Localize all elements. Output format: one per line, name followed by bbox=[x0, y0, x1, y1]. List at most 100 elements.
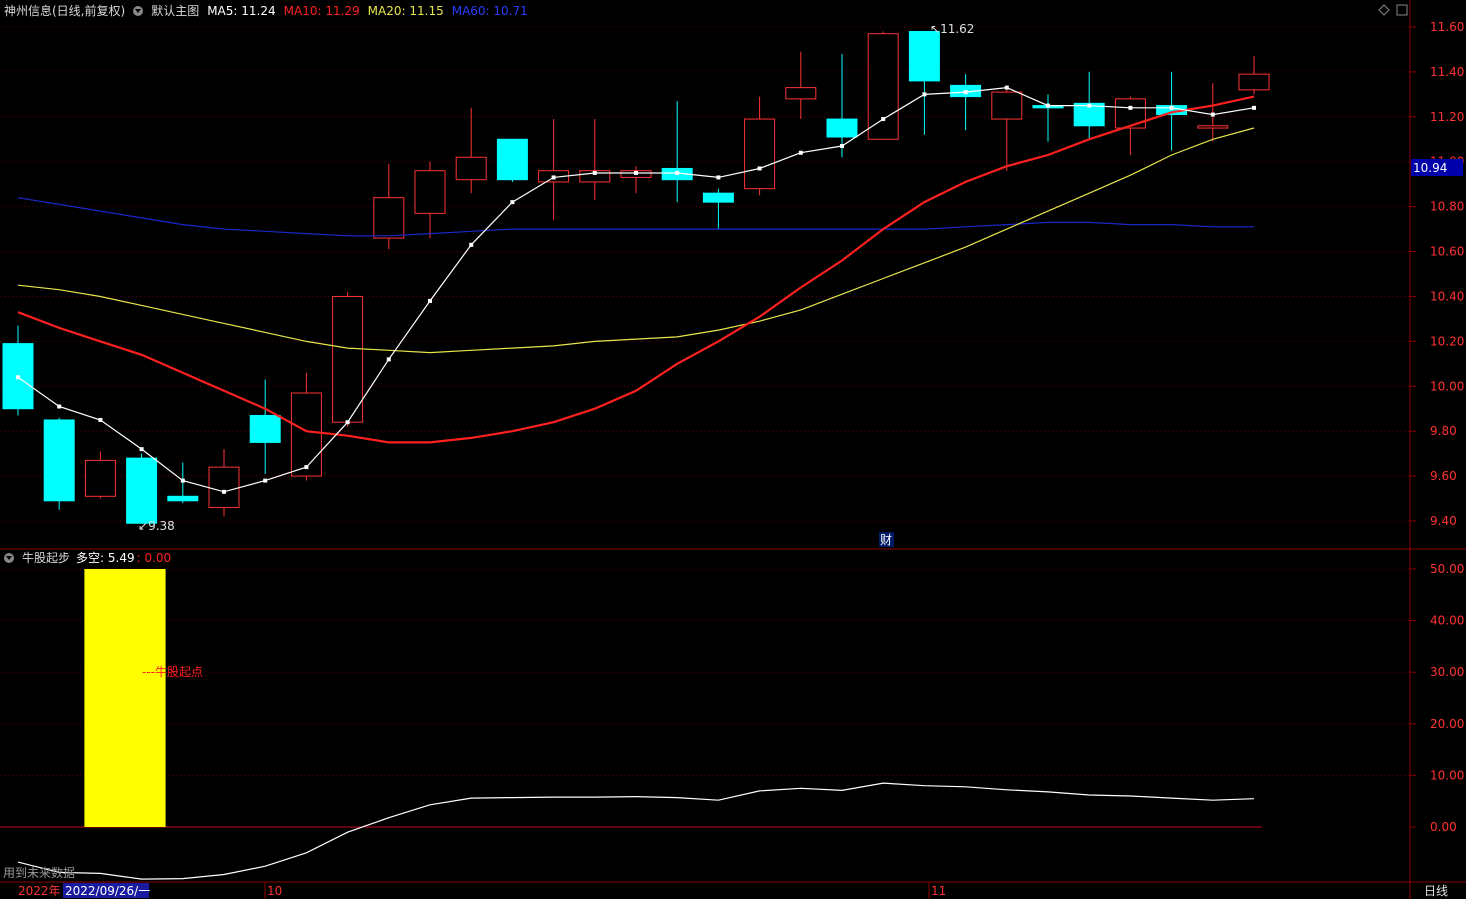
candle-body bbox=[126, 457, 158, 524]
y-tick-label: 11.60 bbox=[1430, 20, 1464, 34]
y-tick-label: 10.80 bbox=[1430, 200, 1464, 214]
candle-body bbox=[496, 138, 528, 181]
ma5-point bbox=[180, 478, 185, 483]
stock-name[interactable]: 神州信息(日线,前复权) bbox=[4, 4, 125, 18]
y-tick-label: 10.60 bbox=[1430, 245, 1464, 259]
ma5-point bbox=[16, 375, 20, 380]
future-data-note: 用到未来数据 bbox=[3, 865, 75, 880]
candle bbox=[43, 417, 75, 510]
ma5-point bbox=[922, 92, 927, 97]
y-tick-label: 30.00 bbox=[1430, 665, 1464, 679]
footer-date: 2022/09/26/一 bbox=[65, 884, 150, 898]
y-tick-label: 10.00 bbox=[1430, 379, 1464, 393]
ma5-point bbox=[263, 478, 268, 483]
bull-start-label: ---牛股起点 bbox=[142, 664, 203, 679]
duokong-value: 多空: 5.49 bbox=[76, 551, 135, 565]
ma5-point bbox=[1087, 103, 1092, 108]
ma5-point bbox=[139, 447, 144, 452]
ma5-point bbox=[304, 465, 309, 470]
ma5-point bbox=[1210, 112, 1215, 117]
y-tick-label: 10.20 bbox=[1430, 334, 1464, 348]
y-tick-label: 0.00 bbox=[1430, 820, 1457, 834]
indicator-name[interactable]: 牛股起步 bbox=[22, 551, 70, 565]
candle-body bbox=[414, 170, 446, 214]
main-chart-label[interactable]: 默认主图 bbox=[151, 4, 199, 18]
candle-body bbox=[208, 466, 240, 509]
candle-body bbox=[785, 87, 817, 100]
ma60-legend: MA60: 10.71 bbox=[451, 4, 528, 18]
low-price-label: ↙9.38 bbox=[138, 519, 175, 533]
candle-body bbox=[1114, 98, 1146, 129]
ma5-point bbox=[386, 357, 391, 362]
ma5-point bbox=[963, 90, 968, 95]
ma5-point bbox=[634, 170, 638, 175]
ma5-point bbox=[551, 175, 556, 180]
ma5-point bbox=[222, 489, 226, 494]
candle-body bbox=[84, 459, 116, 497]
ma5-legend: MA5: 11.24 bbox=[207, 4, 276, 18]
candle-body bbox=[290, 392, 322, 477]
ma5-point bbox=[757, 166, 762, 171]
y-tick-label: 40.00 bbox=[1430, 614, 1464, 628]
ma5-point bbox=[1004, 85, 1009, 90]
candle-body bbox=[1238, 73, 1270, 91]
cai-marker[interactable]: 财 bbox=[880, 533, 892, 547]
ma5-point bbox=[840, 144, 844, 149]
y-tick-label: 11.20 bbox=[1430, 110, 1464, 124]
candle-body bbox=[455, 156, 487, 181]
candle bbox=[867, 31, 899, 140]
candle bbox=[126, 453, 158, 524]
ma5-point bbox=[98, 417, 103, 422]
ma5-point bbox=[1252, 105, 1256, 110]
ma5-point bbox=[881, 117, 886, 122]
candle-body bbox=[908, 30, 940, 82]
ma5-point bbox=[592, 170, 597, 175]
indicator-header: 牛股起步 多空: 5.49: 0.00 bbox=[4, 549, 179, 566]
high-price-label: ↖11.62 bbox=[930, 22, 974, 36]
y-tick-label: 9.60 bbox=[1430, 469, 1457, 483]
ma20-legend: MA20: 11.15 bbox=[367, 4, 444, 18]
ma5-point bbox=[428, 298, 432, 303]
candle-body bbox=[43, 419, 75, 502]
footer-month-11: 11 bbox=[931, 884, 946, 898]
chevron-down-icon[interactable] bbox=[133, 6, 144, 16]
ma5-point bbox=[1169, 105, 1174, 110]
ma5-point bbox=[675, 170, 680, 175]
y-tick-label: 10.00 bbox=[1430, 768, 1464, 782]
footer-month-10: 10 bbox=[267, 884, 282, 898]
candle-body bbox=[991, 91, 1023, 120]
ma5-point bbox=[345, 420, 350, 425]
y-tick-label: 20.00 bbox=[1430, 717, 1464, 731]
ma10-legend: MA10: 11.29 bbox=[283, 4, 360, 18]
ma5-point bbox=[1128, 105, 1133, 110]
y-tick-label: 50.00 bbox=[1430, 562, 1464, 576]
candle-body bbox=[867, 33, 899, 140]
ma5-point bbox=[1046, 103, 1050, 108]
ma5-point bbox=[469, 242, 474, 247]
ma5-point bbox=[798, 150, 803, 155]
y-tick-label: 9.40 bbox=[1430, 514, 1457, 528]
chevron-down-icon[interactable] bbox=[4, 553, 14, 563]
period-label[interactable]: 日线 bbox=[1424, 884, 1448, 898]
indicator-value2: : 0.00 bbox=[136, 551, 172, 565]
y-tick-label: 11.40 bbox=[1430, 65, 1464, 79]
candle-body bbox=[167, 495, 199, 502]
ma5-point bbox=[716, 175, 721, 180]
y-tick-label: 9.80 bbox=[1430, 424, 1457, 438]
y-tick-label: 10.40 bbox=[1430, 289, 1464, 303]
candle-body bbox=[744, 118, 776, 190]
candle-body bbox=[249, 414, 281, 443]
candle-body bbox=[702, 192, 734, 203]
candle-body bbox=[1197, 125, 1229, 129]
current-price-tag: 10.94 bbox=[1413, 161, 1447, 175]
main-chart-header: 神州信息(日线,前复权) 默认主图 MA5: 11.24 MA10: 11.29 MA2… bbox=[4, 2, 536, 19]
bull-start-bar-layer bbox=[84, 569, 166, 827]
ma5-point bbox=[57, 404, 62, 409]
ma5-point bbox=[510, 200, 515, 205]
stock-chart-canvas: 11.6011.4011.2011.0010.8010.6010.4010.20… bbox=[0, 0, 1466, 899]
bull-start-bar bbox=[84, 569, 166, 827]
footer-year: 2022年 bbox=[18, 884, 61, 898]
candle bbox=[496, 138, 528, 182]
candle-body bbox=[332, 295, 364, 423]
candle-body bbox=[826, 118, 858, 138]
